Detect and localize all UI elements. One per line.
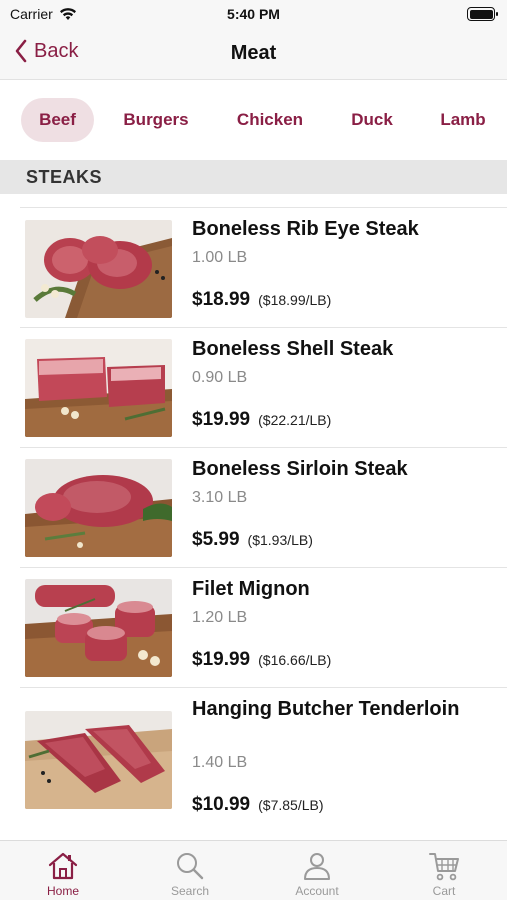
- product-name: Hanging Butcher Tenderloin: [192, 698, 460, 720]
- cart-icon: [429, 853, 459, 881]
- product-weight: 0.90 LB: [192, 369, 248, 386]
- home-icon: [48, 852, 78, 880]
- product-image: [25, 459, 172, 557]
- account-icon: [304, 853, 330, 880]
- tab-bar: Home Search Account Cart: [0, 840, 507, 900]
- product-unit-price: ($22.21/LB): [258, 412, 332, 428]
- product-price: $19.99: [192, 649, 251, 670]
- category-tab-duck[interactable]: Duck: [340, 98, 404, 142]
- product-price-line: $19.99 ($16.66/LB): [192, 649, 331, 671]
- tab-search-label: Search: [170, 884, 210, 898]
- product-unit-price: ($16.66/LB): [258, 652, 332, 668]
- product-row[interactable]: Hanging Butcher Tenderloin 1.40 LB $10.9…: [0, 687, 507, 815]
- product-unit-price: ($1.93/LB): [247, 532, 313, 548]
- section-header: STEAKS: [0, 160, 507, 194]
- product-price: $18.99: [192, 289, 251, 310]
- product-name: Boneless Sirloin Steak: [192, 458, 408, 480]
- product-row[interactable]: Filet Mignon 1.20 LB $19.99 ($16.66/LB): [0, 567, 507, 687]
- category-tab-lamb[interactable]: Lamb: [428, 98, 498, 142]
- product-price-line: $5.99 ($1.93/LB): [192, 529, 313, 551]
- product-name: Filet Mignon: [192, 578, 310, 600]
- page-title: Meat: [230, 42, 277, 64]
- product-row[interactable]: Boneless Shell Steak 0.90 LB $19.99 ($22.…: [0, 327, 507, 447]
- product-name: Boneless Rib Eye Steak: [192, 218, 419, 240]
- status-bar: Carrier 5:40 PM: [0, 0, 507, 30]
- tab-account[interactable]: Account: [254, 841, 380, 900]
- product-image: [25, 220, 172, 318]
- search-icon: [177, 853, 204, 880]
- product-weight: 1.00 LB: [192, 249, 248, 266]
- product-price-line: $10.99 ($7.85/LB): [192, 794, 324, 816]
- product-price: $19.99: [192, 409, 251, 430]
- product-price: $5.99: [192, 529, 240, 550]
- product-unit-price: ($18.99/LB): [258, 292, 332, 308]
- product-price-line: $18.99 ($18.99/LB): [192, 289, 331, 311]
- section-title: STEAKS: [26, 167, 103, 187]
- product-price-line: $19.99 ($22.21/LB): [192, 409, 331, 431]
- category-tab-burgers[interactable]: Burgers: [112, 98, 200, 142]
- category-tab-beef[interactable]: Beef: [21, 98, 94, 142]
- tab-search[interactable]: Search: [127, 841, 253, 900]
- product-name: Boneless Shell Steak: [192, 338, 394, 360]
- navigation-bar: Back Meat: [0, 30, 507, 80]
- category-tab-chicken[interactable]: Chicken: [226, 98, 314, 142]
- tab-home[interactable]: Home: [0, 841, 126, 900]
- product-image: [25, 579, 172, 677]
- product-row[interactable]: Boneless Rib Eye Steak 1.00 LB $18.99 ($1…: [0, 207, 507, 327]
- tab-cart[interactable]: Cart: [381, 841, 507, 900]
- status-time: 5:40 PM: [227, 6, 280, 22]
- tab-home-label: Home: [46, 884, 79, 898]
- product-image: [25, 339, 172, 437]
- product-weight: 1.40 LB: [192, 754, 248, 771]
- battery-icon: [467, 7, 498, 21]
- tab-cart-label: Cart: [432, 884, 456, 898]
- product-image: [25, 711, 172, 809]
- product-weight: 3.10 LB: [192, 489, 248, 506]
- product-price: $10.99: [192, 794, 251, 815]
- tab-account-label: Account: [295, 884, 339, 898]
- product-row[interactable]: Boneless Sirloin Steak 3.10 LB $5.99 ($1.…: [0, 447, 507, 567]
- product-unit-price: ($7.85/LB): [258, 797, 324, 813]
- category-tabs: Beef Burgers Chicken Duck Lamb: [0, 80, 507, 160]
- product-weight: 1.20 LB: [192, 609, 248, 626]
